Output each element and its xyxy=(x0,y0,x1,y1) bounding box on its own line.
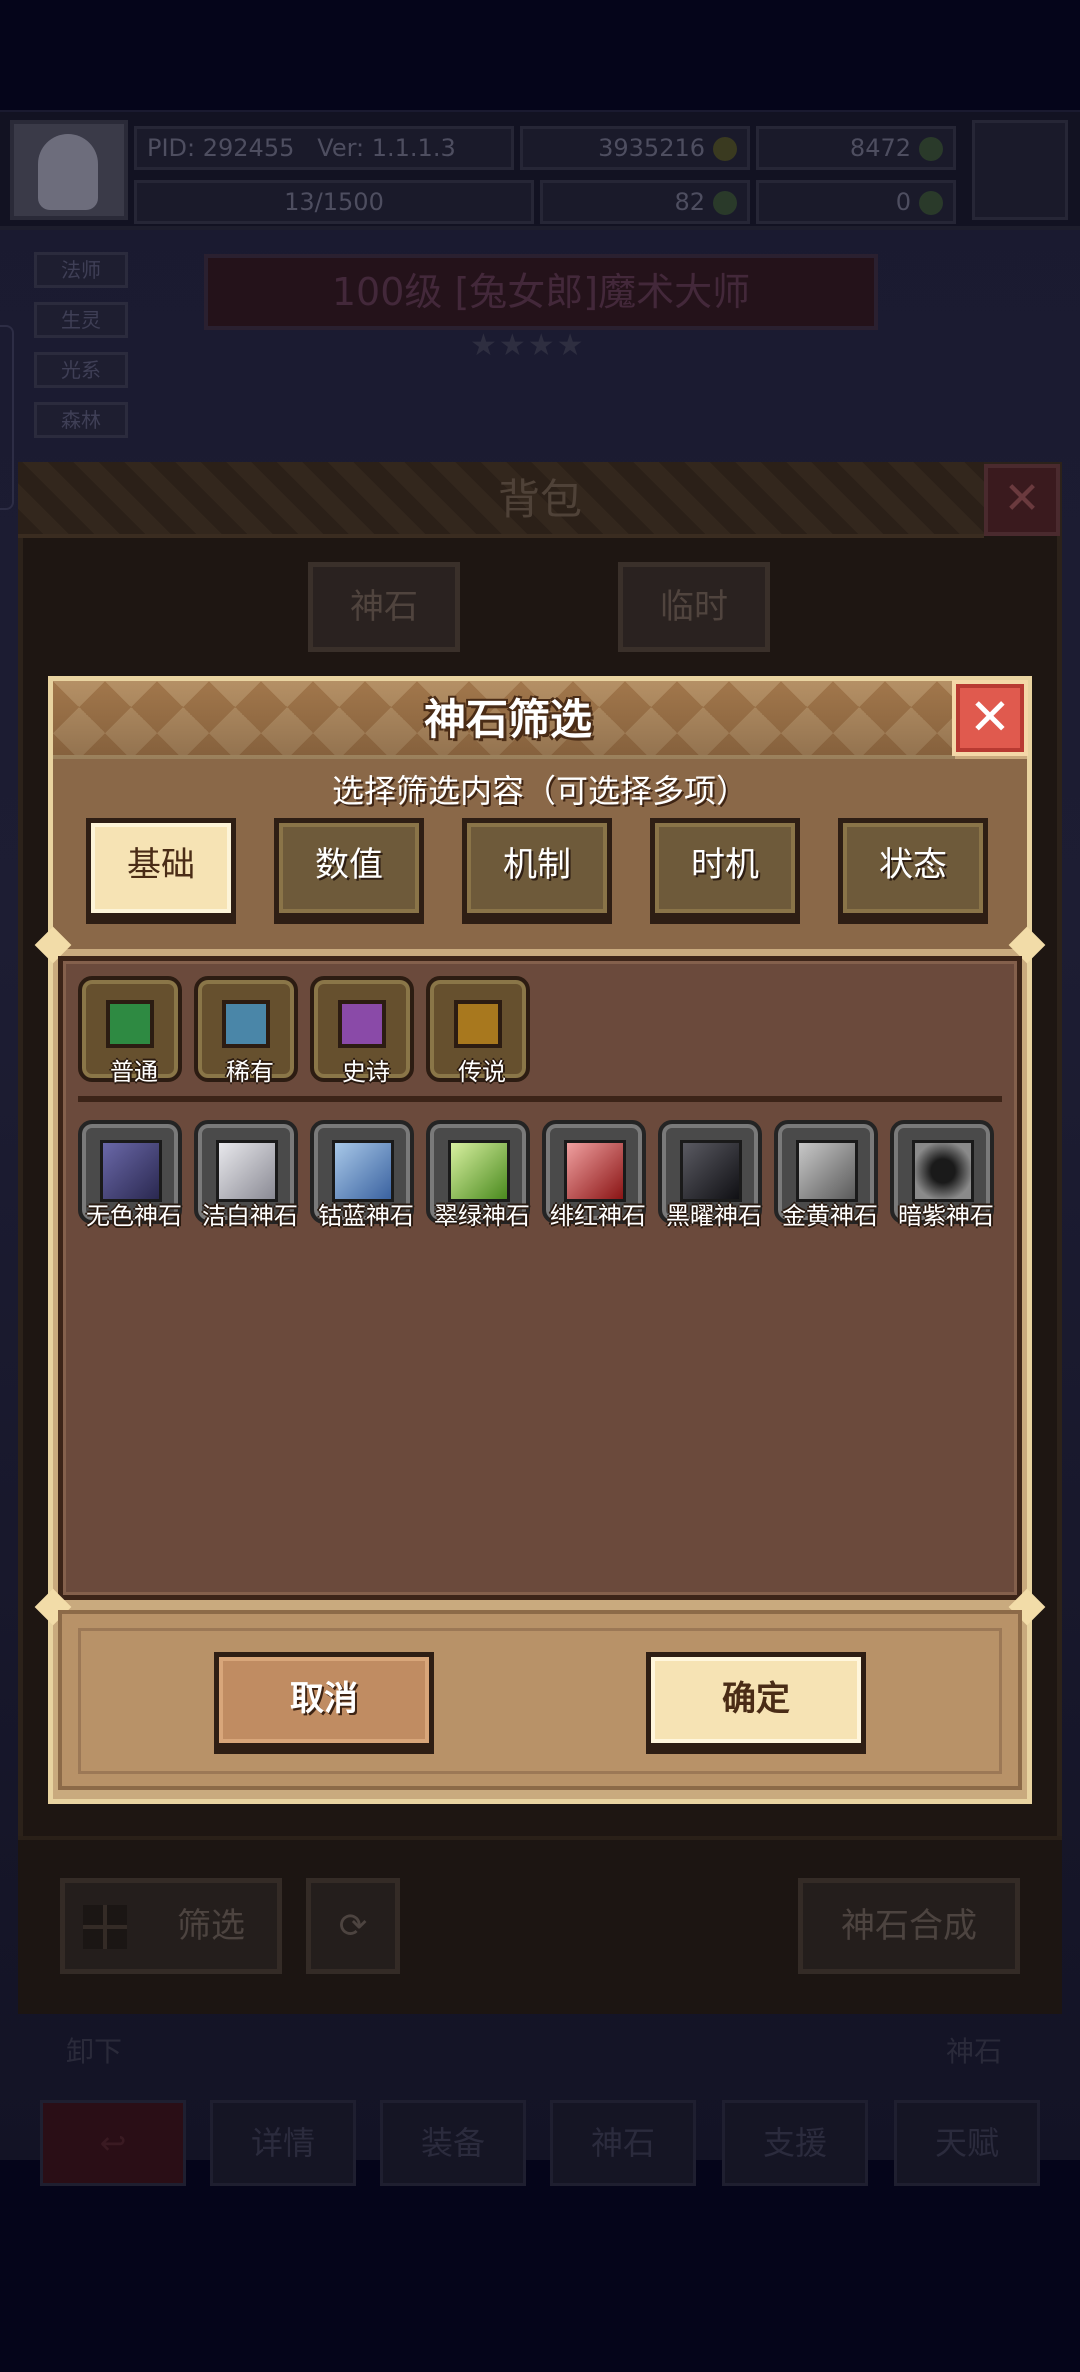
rarity-option-rare[interactable]: 稀有 xyxy=(194,976,298,1086)
close-icon[interactable]: ✕ xyxy=(952,680,1028,756)
refresh-icon[interactable]: ⟳ xyxy=(306,1878,400,1974)
stone-option-cobalt[interactable]: 钴蓝神石 xyxy=(310,1120,414,1230)
add-gems-icon[interactable] xyxy=(919,137,943,161)
category-status-button[interactable]: 状态 xyxy=(838,818,988,918)
side-tab-biome[interactable]: 森林 xyxy=(34,402,128,438)
cancel-button[interactable]: 取消 xyxy=(214,1652,434,1748)
stone-option-crimson[interactable]: 绯红神石 xyxy=(542,1120,646,1230)
side-tab-class[interactable]: 法师 xyxy=(34,252,128,288)
exp-box: 13/1500 xyxy=(134,180,534,224)
bag-title: 背包 xyxy=(497,475,582,524)
rarity-option-legendary[interactable]: 传说 xyxy=(426,976,530,1086)
rarity-option-common[interactable]: 普通 xyxy=(78,976,182,1086)
category-mechanic-button[interactable]: 机制 xyxy=(462,818,612,918)
obsidian-stone-icon xyxy=(680,1140,742,1202)
stone-option-emerald[interactable]: 翠绿神石 xyxy=(426,1120,530,1230)
modal-title: 神石筛选 xyxy=(423,695,592,744)
bag-tab-stones[interactable]: 神石 xyxy=(308,562,460,652)
nav-talent[interactable]: 天赋 xyxy=(894,2100,1040,2186)
emerald-stone-icon xyxy=(448,1140,510,1202)
white-stone-icon xyxy=(216,1140,278,1202)
gold-box: 3935216 xyxy=(520,126,750,170)
stone-option-white[interactable]: 洁白神石 xyxy=(194,1120,298,1230)
filter-button-label: 筛选 xyxy=(177,1906,245,1946)
nav-equipment[interactable]: 装备 xyxy=(380,2100,526,2186)
back-arrow-icon[interactable]: ↩ xyxy=(40,2100,186,2186)
stone-option-golden[interactable]: 金黄神石 xyxy=(774,1120,878,1230)
stone-filter-modal: 神石筛选 ✕ 选择筛选内容（可选择多项） 基础 数值 机制 时机 状态 普通 稀… xyxy=(34,676,1046,1804)
colorless-stone-icon xyxy=(100,1140,162,1202)
unequip-label[interactable]: 卸下 xyxy=(66,2030,122,2070)
category-value-button[interactable]: 数值 xyxy=(274,818,424,918)
side-tab-race[interactable]: 生灵 xyxy=(34,302,128,338)
bag-close-icon[interactable]: ✕ xyxy=(984,464,1060,536)
gold-coin-icon xyxy=(713,137,737,161)
keys-count: 0 xyxy=(895,188,911,216)
rarity-label: 传说 xyxy=(458,1058,506,1086)
hero-title-banner: 100级 [兔女郎]魔术大师 xyxy=(204,254,878,330)
stone-label: 暗紫神石 xyxy=(898,1202,994,1230)
filter-subtitle: 选择筛选内容（可选择多项） xyxy=(331,772,748,810)
avatar-face xyxy=(38,134,98,210)
pid-text: PID: 292455 xyxy=(147,134,295,162)
rarity-swatch xyxy=(338,1000,386,1048)
add-clover-icon[interactable] xyxy=(713,191,737,215)
gems-box: 8472 xyxy=(756,126,956,170)
section-divider xyxy=(78,1096,1002,1102)
stone-option-obsidian[interactable]: 黑曜神石 xyxy=(658,1120,762,1230)
stone-synth-button[interactable]: 神石合成 xyxy=(798,1878,1020,1974)
filter-button[interactable]: 筛选 xyxy=(60,1878,282,1974)
rarity-swatch xyxy=(106,1000,154,1048)
confirm-button[interactable]: 确定 xyxy=(646,1652,866,1748)
crimson-stone-icon xyxy=(564,1140,626,1202)
avatar[interactable] xyxy=(10,120,128,220)
rarity-option-epic[interactable]: 史诗 xyxy=(310,976,414,1086)
nav-details[interactable]: 详情 xyxy=(210,2100,356,2186)
exp-text: 13/1500 xyxy=(284,188,384,216)
grid-icon xyxy=(83,1905,127,1949)
close-x-glyph: ✕ xyxy=(969,688,1011,746)
hero-stars: ★★★★ xyxy=(470,328,586,363)
stone-option-colorless[interactable]: 无色神石 xyxy=(78,1120,182,1230)
version-text: Ver: 1.1.1.3 xyxy=(317,134,456,162)
rarity-swatch xyxy=(222,1000,270,1048)
category-timing-button[interactable]: 时机 xyxy=(650,818,800,918)
nav-stones[interactable]: 神石 xyxy=(550,2100,696,2186)
pid-version-box: PID: 292455 Ver: 1.1.1.3 xyxy=(134,126,514,170)
stone-option-dark-purple[interactable]: 暗紫神石 xyxy=(890,1120,994,1230)
rarity-swatch xyxy=(454,1000,502,1048)
category-basic-button[interactable]: 基础 xyxy=(86,818,236,918)
clover-box: 82 xyxy=(540,180,750,224)
add-keys-icon[interactable] xyxy=(919,191,943,215)
nav-support[interactable]: 支援 xyxy=(722,2100,868,2186)
keys-box: 0 xyxy=(756,180,956,224)
clover-count: 82 xyxy=(674,188,705,216)
gold-count: 3935216 xyxy=(598,134,705,162)
side-panel-handle[interactable] xyxy=(0,325,14,510)
side-tab-element[interactable]: 光系 xyxy=(34,352,128,388)
cobalt-stone-icon xyxy=(332,1140,394,1202)
stone-label[interactable]: 神石 xyxy=(946,2030,1002,2070)
bag-tab-temp[interactable]: 临时 xyxy=(618,562,770,652)
gems-count: 8472 xyxy=(849,134,911,162)
golden-stone-icon xyxy=(796,1140,858,1202)
settings-gear-icon[interactable] xyxy=(972,120,1068,220)
dark-purple-stone-icon xyxy=(912,1140,974,1202)
